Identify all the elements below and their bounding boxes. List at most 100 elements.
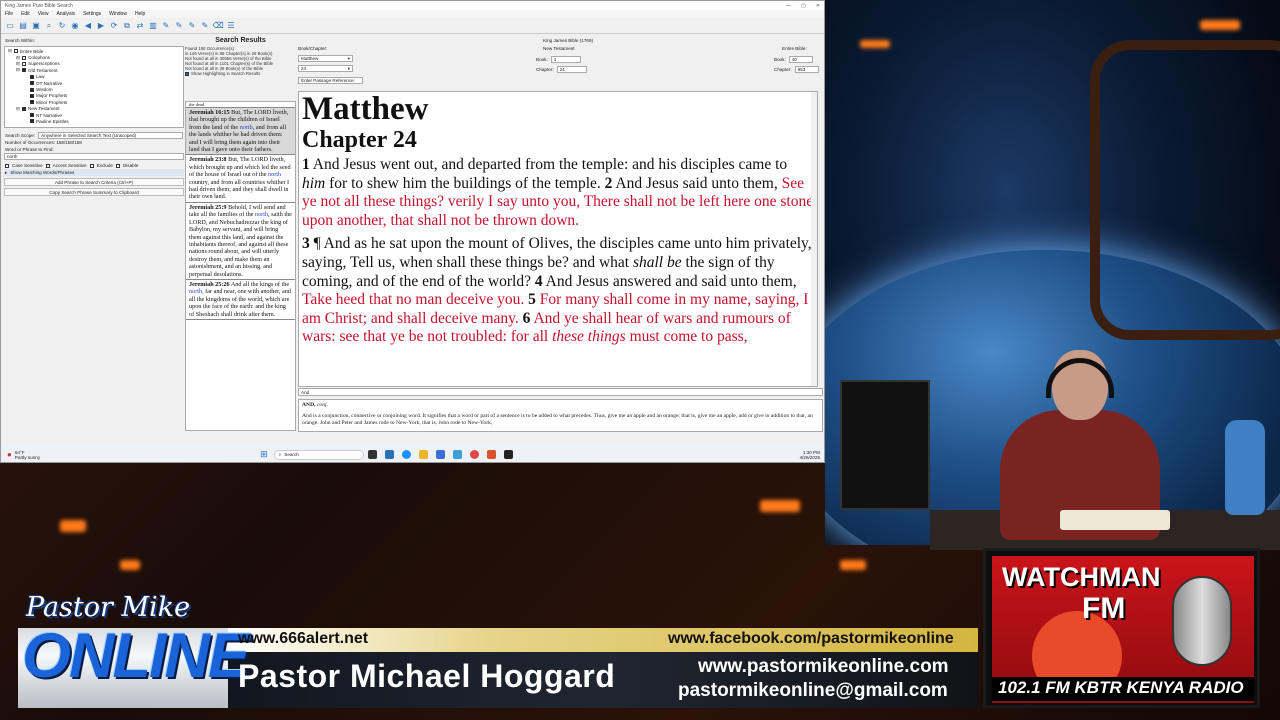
menu-settings[interactable]: Settings — [83, 11, 101, 17]
verse-number[interactable]: 3 — [302, 235, 310, 252]
mail-icon[interactable] — [435, 450, 445, 459]
show-highlighting-checkbox[interactable] — [185, 71, 189, 76]
tree-checkbox[interactable] — [30, 81, 34, 86]
case-sensitive-checkbox[interactable] — [5, 163, 9, 168]
search-result-item[interactable]: Jeremiah 23:8 But, The LORD liveth, whic… — [186, 155, 295, 203]
task-view-icon[interactable] — [367, 450, 377, 459]
entire-book-spinner[interactable]: 40 — [788, 56, 813, 63]
edge-icon[interactable] — [401, 450, 411, 459]
dictionary-word-bar[interactable]: And — [298, 388, 823, 396]
tree-checkbox[interactable] — [14, 49, 18, 54]
window-title: King James Pure Bible Search — [5, 2, 73, 9]
expand-icon[interactable]: ⊟ — [16, 67, 20, 73]
folder-icon[interactable] — [418, 450, 428, 459]
search-result-item[interactable]: Jeremiah 16:15 But, The LORD liveth, tha… — [186, 108, 295, 156]
bible-app-icon[interactable] — [503, 450, 513, 459]
details-icon[interactable]: ☰ — [226, 21, 236, 31]
copy-icon[interactable]: ⧉ — [122, 21, 132, 31]
sync-icon[interactable]: ⟳ — [109, 21, 119, 31]
forward-icon[interactable]: ▶ — [96, 21, 106, 31]
accent-sensitive-checkbox[interactable] — [45, 163, 50, 168]
exclude-checkbox[interactable] — [89, 163, 94, 168]
accent-sensitive-label: Accent Sensitive — [52, 163, 87, 168]
tree-checkbox[interactable] — [22, 55, 26, 60]
book-icon[interactable]: ▥ — [148, 21, 158, 31]
copy-summary-button[interactable]: Copy Search Phrase Summary to Clipboard — [4, 188, 184, 196]
passage-reference-input[interactable]: Enter Passage Reference: — [298, 77, 363, 84]
window-frame — [1090, 40, 1280, 340]
testament-chapter-spinner[interactable]: 24 — [556, 66, 587, 73]
tree-checkbox[interactable] — [30, 93, 34, 98]
disable-checkbox[interactable] — [115, 163, 120, 168]
watchman-fm-logo: WATCHMAN FM 102.1 FM KBTR KENYA RADIO — [983, 548, 1260, 708]
chapter-select[interactable]: 24 ▾ — [298, 65, 353, 72]
tree-checkbox[interactable] — [30, 74, 34, 79]
tree-item-label: Minor Prophets — [36, 99, 68, 105]
results-list[interactable]: the dead. Jeremiah 16:15 But, The LORD l… — [185, 101, 296, 431]
menu-view[interactable]: View — [38, 11, 49, 17]
expand-icon[interactable]: ⊟ — [16, 55, 20, 61]
book-title: Matthew — [302, 91, 429, 127]
verse-number[interactable]: 5 — [528, 291, 536, 308]
store-icon[interactable] — [384, 450, 394, 459]
tree-checkbox[interactable] — [30, 113, 34, 118]
tree-checkbox[interactable] — [30, 119, 34, 124]
text-scrollbar[interactable] — [811, 92, 817, 386]
expand-icon[interactable]: ⊟ — [16, 61, 20, 67]
highlighter-icon-2[interactable]: ✎ — [174, 21, 184, 31]
search-icon[interactable]: ⌕ — [44, 21, 54, 31]
expand-icon[interactable]: ⊟ — [16, 106, 20, 112]
verse-number[interactable]: 4 — [535, 273, 543, 290]
menu-analysis[interactable]: Analysis — [56, 11, 75, 17]
shuffle-icon[interactable]: ⇄ — [135, 21, 145, 31]
expand-icon[interactable]: ⊟ — [8, 48, 12, 54]
search-scope-select[interactable]: Anywhere in Selected Search Text (Unscop… — [38, 132, 183, 139]
eraser-icon[interactable]: ⌫ — [212, 21, 223, 31]
menu-window[interactable]: Window — [109, 11, 127, 17]
paragraph-2: 3 ¶ And as he sat upon the mount of Oliv… — [302, 235, 814, 347]
close-icon[interactable]: ✕ — [816, 3, 820, 9]
verse-number[interactable]: 1 — [302, 156, 310, 173]
browser-icon[interactable] — [452, 450, 462, 459]
chrome-icon[interactable] — [469, 450, 479, 459]
menu-file[interactable]: File — [5, 11, 13, 17]
search-result-item[interactable]: Jeremiah 25:26 And all the kings of the … — [186, 280, 295, 320]
words-of-christ: Take heed that no man deceive you. — [302, 291, 529, 309]
menu-help[interactable]: Help — [135, 11, 145, 17]
open-icon[interactable]: ▤ — [18, 21, 28, 31]
minimize-icon[interactable]: — — [786, 3, 791, 9]
highlighter-icon-3[interactable]: ✎ — [187, 21, 197, 31]
tree-checkbox[interactable] — [22, 68, 26, 73]
start-icon[interactable]: ⊞ — [260, 449, 268, 460]
refresh-icon[interactable]: ↻ — [57, 21, 67, 31]
chevron-down-icon: ▾ — [347, 55, 350, 61]
tree-checkbox[interactable] — [30, 100, 34, 105]
bible-search-window: King James Pure Bible Search — ▢ ✕ File … — [0, 0, 825, 463]
tree-checkbox[interactable] — [30, 87, 34, 92]
highlighter-icon-4[interactable]: ✎ — [200, 21, 210, 31]
new-icon[interactable]: ▭ — [5, 21, 15, 31]
entire-chapter-value: 953 — [797, 67, 806, 72]
taskbar-search[interactable]: ⌕ Search — [273, 449, 364, 460]
scripture-text-pane[interactable]: Matthew Chapter 24 1 And Jesus went out,… — [298, 91, 818, 387]
menu-edit[interactable]: Edit — [21, 11, 30, 17]
highlighter-icon[interactable]: ✎ — [161, 21, 171, 31]
add-phrase-button[interactable]: Add Phrase to Search Criteria (Ctrl+P) — [4, 178, 184, 186]
stop-icon[interactable]: ◉ — [70, 21, 80, 31]
new-testament-label: New Testament — [543, 46, 575, 51]
search-within-tree[interactable]: ⊟ Entire Bible ⊟ Colophons ⊟ Superscriptions ⊟… — [4, 46, 184, 128]
radio-frequency: 102.1 FM KBTR KENYA RADIO — [998, 678, 1244, 697]
tree-checkbox[interactable] — [22, 61, 26, 66]
search-result-item[interactable]: Jeremiah 25:9 Behold, I will send and ta… — [186, 203, 295, 280]
search-input[interactable]: north — [4, 153, 184, 160]
save-icon[interactable]: ▣ — [31, 21, 41, 31]
book-select[interactable]: Matthew ▾ — [298, 55, 353, 62]
back-icon[interactable]: ◀ — [83, 21, 93, 31]
show-matching-toggle[interactable]: ▸ Show Matching Words/Phrases — [4, 169, 184, 176]
tree-item[interactable]: Pauline Epistles — [8, 118, 180, 124]
app-icon[interactable] — [486, 450, 496, 459]
entire-chapter-spinner[interactable]: 953 — [794, 66, 819, 73]
tree-checkbox[interactable] — [22, 106, 26, 111]
testament-book-spinner[interactable]: 1 — [550, 56, 581, 63]
maximize-icon[interactable]: ▢ — [801, 3, 806, 9]
